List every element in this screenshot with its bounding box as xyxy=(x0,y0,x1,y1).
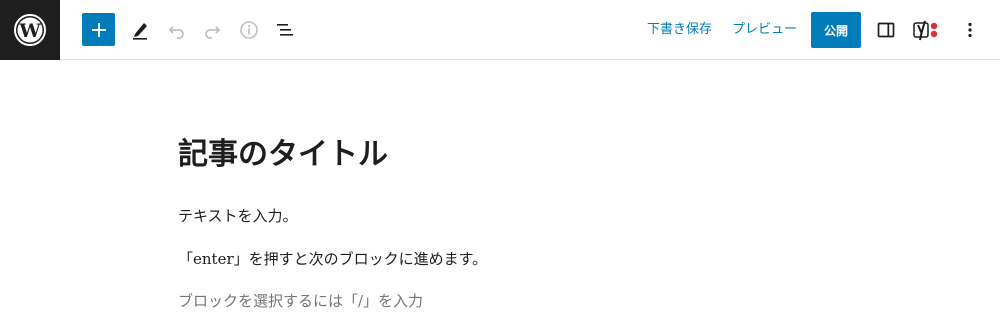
yoast-icon xyxy=(913,20,938,41)
settings-button[interactable] xyxy=(869,13,903,47)
more-vertical-icon xyxy=(968,22,972,38)
list-view-button[interactable] xyxy=(268,13,302,47)
list-view-icon xyxy=(277,24,293,36)
sidebar-toggle-icon xyxy=(877,22,895,38)
pencil-icon xyxy=(133,23,147,40)
yoast-seo-button[interactable] xyxy=(909,13,943,47)
paragraph-block[interactable]: 「enter」を押すと次のブロックに進めます。 xyxy=(178,248,487,270)
block-appender-placeholder[interactable]: ブロックを選択するには「/」を入力 xyxy=(178,290,423,312)
preview-button[interactable]: プレビュー xyxy=(732,20,797,40)
wordpress-logo-button[interactable]: W xyxy=(0,0,60,60)
options-button[interactable] xyxy=(953,13,987,47)
undo-icon xyxy=(168,26,184,39)
post-title[interactable]: 記事のタイトル xyxy=(178,135,388,175)
redo-icon xyxy=(205,26,221,39)
details-button[interactable] xyxy=(232,13,266,47)
add-block-button[interactable] xyxy=(82,13,115,46)
paragraph-block[interactable]: テキストを入力。 xyxy=(178,205,298,227)
publish-button[interactable]: 公開 xyxy=(811,12,861,48)
undo-button[interactable] xyxy=(160,13,194,47)
save-draft-button[interactable]: 下書き保存 xyxy=(647,20,712,40)
editor-toolbar: W 下書き保存 プレビュー 公開 xyxy=(0,0,1000,60)
editor-canvas: 記事のタイトル テキストを入力。 「enter」を押すと次のブロックに進めます。… xyxy=(0,61,1000,336)
redo-button[interactable] xyxy=(195,13,229,47)
info-icon xyxy=(240,21,258,39)
wordpress-logo-icon: W xyxy=(14,14,46,46)
svg-text:W: W xyxy=(18,20,41,42)
tools-button[interactable] xyxy=(123,13,157,47)
plus-icon xyxy=(91,22,106,37)
